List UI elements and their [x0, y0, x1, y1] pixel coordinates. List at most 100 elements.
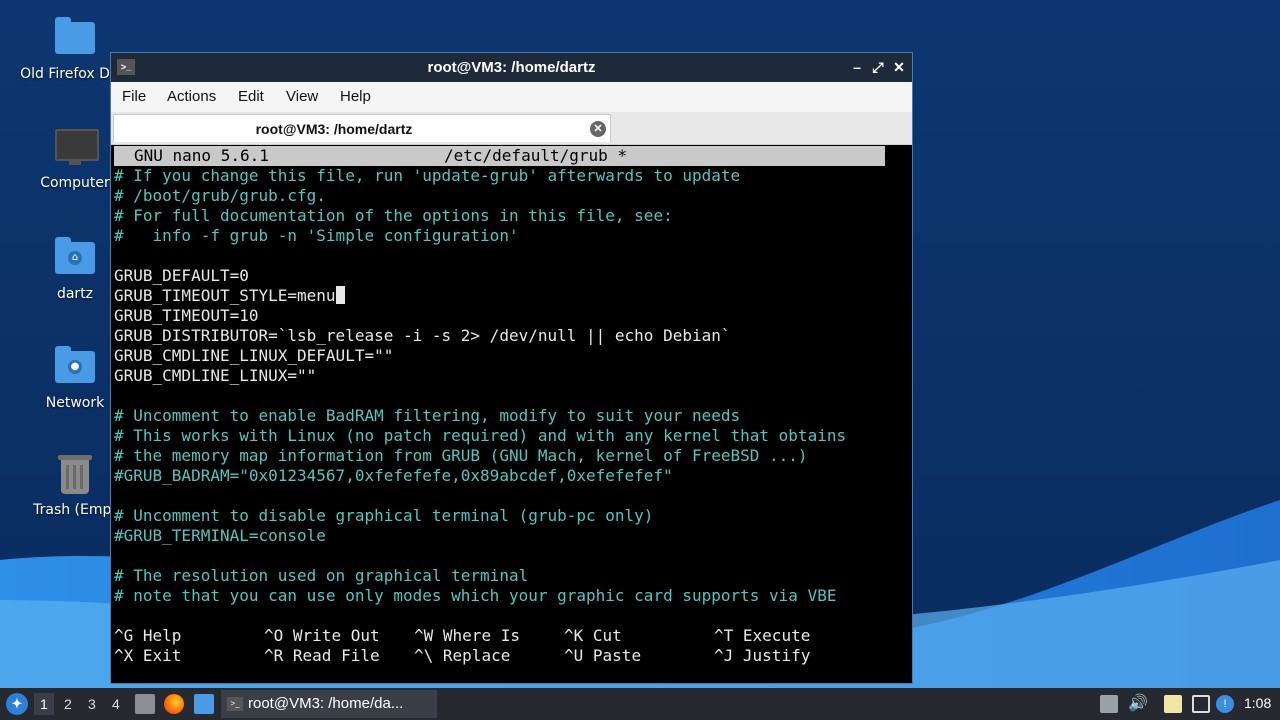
- editor-line-text: # note that you can use only modes which…: [114, 586, 837, 605]
- network-folder-icon: ●: [55, 346, 95, 383]
- nano-shortcut[interactable]: ^O Write Out: [264, 626, 380, 646]
- file-manager-icon[interactable]: [135, 694, 155, 714]
- shortcut-label: Where Is: [442, 626, 520, 645]
- desktop-icon-label: Old Firefox D: [20, 66, 110, 82]
- editor-line-text: # For full documentation of the options …: [114, 206, 673, 225]
- nano-shortcut[interactable]: ^U Paste: [564, 646, 641, 666]
- notes-icon[interactable]: [1164, 695, 1182, 713]
- shortcut-label: Justify: [742, 646, 811, 665]
- editor-line: # If you change this file, run 'update-g…: [114, 166, 740, 186]
- nano-shortcut[interactable]: ^X Exit: [114, 646, 181, 666]
- editor-line-text: GRUB_TIMEOUT=10: [114, 306, 259, 325]
- menu-file[interactable]: File: [122, 88, 146, 105]
- editor-line: #GRUB_BADRAM="0x01234567,0xfefefefe,0x89…: [114, 466, 673, 486]
- editor-line-text: GRUB_CMDLINE_LINUX="": [114, 366, 317, 385]
- taskbar: ✦ 1 2 3 4 >_ root@VM3: /home/da... 🔊 ! 1…: [0, 688, 1280, 720]
- editor-line-text: # Uncomment to enable BadRAM filtering, …: [114, 406, 741, 425]
- trash-icon: [53, 452, 97, 496]
- editor-line-text: # the memory map information from GRUB (…: [114, 446, 808, 465]
- nano-shortcut[interactable]: ^T Execute: [714, 626, 810, 646]
- nano-shortcut[interactable]: ^W Where Is: [414, 626, 520, 646]
- tab-label: root@VM3: /home/dartz: [255, 121, 413, 137]
- shortcut-label: Read File: [292, 646, 380, 665]
- taskbar-item-label: root@VM3: /home/da...: [248, 695, 404, 712]
- terminal-window[interactable]: >_ root@VM3: /home/dartz – ⤢ ✕ File Acti…: [110, 52, 913, 684]
- display-icon[interactable]: [1192, 695, 1210, 713]
- text-cursor: [335, 286, 345, 304]
- shortcut-key: ^J: [714, 646, 734, 665]
- editor-line-text: #GRUB_TERMINAL=console: [114, 526, 326, 545]
- nano-shortcut[interactable]: ^R Read File: [264, 646, 380, 666]
- terminal-content[interactable]: GNU nano 5.6.1 /etc/default/grub * # If …: [114, 146, 910, 681]
- menubar: File Actions Edit View Help: [111, 82, 912, 112]
- start-menu-icon[interactable]: ✦: [6, 693, 28, 715]
- menu-view[interactable]: View: [286, 88, 318, 105]
- editor-line: #GRUB_TERMINAL=console: [114, 526, 326, 546]
- maximize-button[interactable]: ⤢: [869, 58, 887, 76]
- shortcut-label: Cut: [592, 626, 622, 645]
- shortcut-key: ^\: [414, 646, 434, 665]
- tab-terminal[interactable]: root@VM3: /home/dartz ✕: [113, 114, 611, 142]
- terminal-icon: >_: [227, 697, 243, 711]
- computer-icon: [53, 125, 99, 169]
- editor-line: # note that you can use only modes which…: [114, 586, 836, 606]
- menu-edit[interactable]: Edit: [238, 88, 264, 105]
- editor-line: # Uncomment to disable graphical termina…: [114, 506, 653, 526]
- shortcut-key: ^K: [564, 626, 584, 645]
- update-notification-icon[interactable]: !: [1216, 695, 1234, 713]
- window-title: root@VM3: /home/dartz: [427, 59, 596, 76]
- editor-line-text: # /boot/grub/grub.cfg.: [114, 186, 326, 205]
- editor-line: GRUB_DISTRIBUTOR=`lsb_release -i -s 2> /…: [114, 326, 731, 346]
- editor-line-text: GRUB_DISTRIBUTOR=`lsb_release -i -s 2> /…: [114, 326, 731, 345]
- editor-line-text: GRUB_DEFAULT=0: [114, 266, 249, 285]
- shortcut-label: Paste: [592, 646, 642, 665]
- nano-shortcut[interactable]: ^G Help: [114, 626, 181, 646]
- editor-line-text: # This works with Linux (no patch requir…: [114, 426, 847, 445]
- shortcut-label: Write Out: [292, 626, 380, 645]
- close-button[interactable]: ✕: [890, 58, 908, 76]
- editor-line-text: # If you change this file, run 'update-g…: [114, 166, 741, 185]
- editor-line-text: # info -f grub -n 'Simple configuration': [114, 226, 519, 245]
- editor-line-text: # Uncomment to disable graphical termina…: [114, 506, 654, 525]
- minimize-button[interactable]: –: [848, 58, 866, 76]
- nano-shortcut[interactable]: ^K Cut: [564, 626, 622, 646]
- editor-line-text: #GRUB_BADRAM="0x01234567,0xfefefefe,0x89…: [114, 466, 673, 485]
- desktop-icon-label: Trash (Empt: [33, 502, 117, 518]
- desktop-icon[interactable]: [194, 694, 214, 714]
- shortcut-key: ^W: [414, 626, 434, 645]
- editor-line: GRUB_CMDLINE_LINUX_DEFAULT="": [114, 346, 393, 366]
- nano-shortcut[interactable]: ^J Justify: [714, 646, 810, 666]
- nano-filename: /etc/default/grub *: [444, 146, 628, 165]
- menu-help[interactable]: Help: [340, 88, 371, 105]
- nano-shortcut[interactable]: ^\ Replace: [414, 646, 510, 666]
- workspace-4[interactable]: 4: [112, 696, 120, 712]
- editor-line: GRUB_DEFAULT=0: [114, 266, 249, 286]
- editor-line-text: GRUB_TIMEOUT_STYLE=menu: [114, 286, 336, 305]
- workspace-2[interactable]: 2: [64, 696, 72, 712]
- editor-line: # the memory map information from GRUB (…: [114, 446, 808, 466]
- tab-close-icon[interactable]: ✕: [590, 121, 606, 137]
- volume-icon[interactable]: 🔊: [1128, 695, 1148, 713]
- shortcut-key: ^X: [114, 646, 134, 665]
- editor-line: GRUB_TIMEOUT_STYLE=menu: [114, 286, 345, 306]
- firefox-icon[interactable]: [164, 694, 184, 714]
- editor-line: # The resolution used on graphical termi…: [114, 566, 528, 586]
- folder-icon: [55, 17, 95, 54]
- editor-line: GRUB_CMDLINE_LINUX="": [114, 366, 316, 386]
- shortcut-label: Replace: [442, 646, 511, 665]
- tray-eject-icon[interactable]: [1100, 695, 1118, 713]
- tab-bar: root@VM3: /home/dartz ✕: [111, 112, 912, 145]
- editor-line: # For full documentation of the options …: [114, 206, 673, 226]
- window-titlebar[interactable]: >_ root@VM3: /home/dartz – ⤢ ✕: [111, 53, 912, 82]
- taskbar-item-terminal[interactable]: >_ root@VM3: /home/da...: [221, 690, 437, 718]
- workspace-3[interactable]: 3: [88, 696, 96, 712]
- shortcut-key: ^G: [114, 626, 134, 645]
- editor-line: # This works with Linux (no patch requir…: [114, 426, 846, 446]
- workspace-1[interactable]: 1: [34, 693, 54, 715]
- shortcut-key: ^R: [264, 646, 284, 665]
- shortcut-key: ^O: [264, 626, 284, 645]
- shortcut-label: Help: [142, 626, 182, 645]
- clock[interactable]: 1:08: [1244, 695, 1271, 711]
- home-folder-icon: ⌂: [55, 237, 95, 274]
- menu-actions[interactable]: Actions: [167, 88, 216, 105]
